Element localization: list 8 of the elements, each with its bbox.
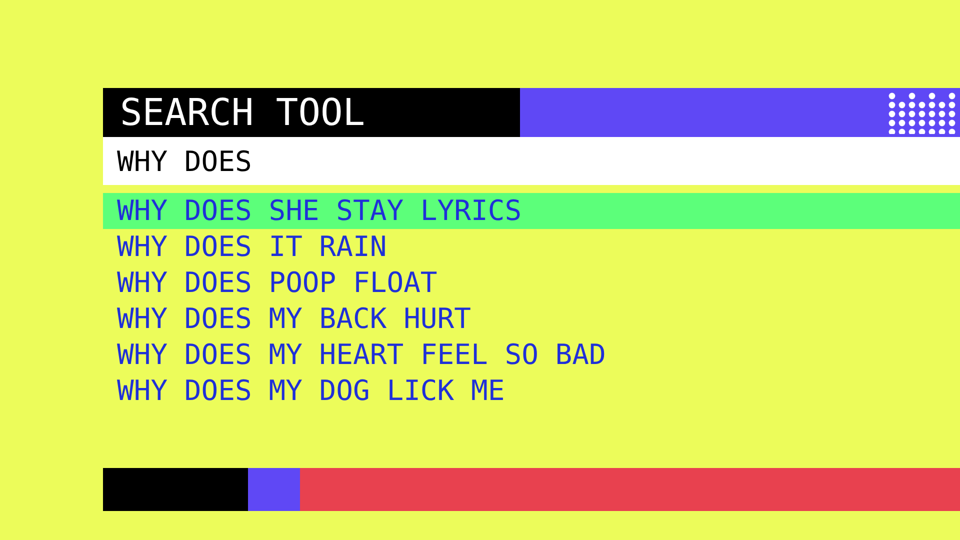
suggestion-item[interactable]: WHY DOES SHE STAY LYRICS [103, 193, 960, 229]
suggestion-item[interactable]: WHY DOES MY DOG LICK ME [103, 373, 960, 409]
window-title: SEARCH TOOL [120, 94, 366, 131]
suggestion-item[interactable]: WHY DOES IT RAIN [103, 229, 960, 265]
suggestion-item[interactable]: WHY DOES MY HEART FEEL SO BAD [103, 337, 960, 373]
suggestion-item[interactable]: WHY DOES MY BACK HURT [103, 301, 960, 337]
suggestion-item[interactable]: WHY DOES POOP FLOAT [103, 265, 960, 301]
dot-pattern-icon [888, 92, 958, 134]
